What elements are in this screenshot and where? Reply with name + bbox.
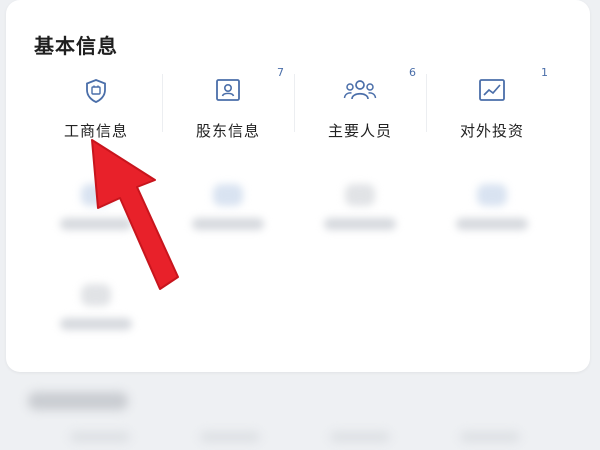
blurred-label xyxy=(460,432,520,442)
tile-key-personnel[interactable]: 6 主要人员 xyxy=(294,62,426,144)
id-card-icon xyxy=(215,78,241,106)
blurred-label xyxy=(192,218,264,230)
blurred-label xyxy=(324,218,396,230)
blurred-section-title xyxy=(28,392,128,410)
blurred-tile xyxy=(426,176,558,246)
count-badge: 1 xyxy=(541,66,548,79)
pointer-arrow-icon xyxy=(91,139,179,290)
tile-label: 对外投资 xyxy=(459,122,524,140)
count-badge: 7 xyxy=(277,66,284,79)
tile-outbound-investment[interactable]: 1 对外投资 xyxy=(426,62,558,144)
blurred-label xyxy=(456,218,528,230)
tile-label: 主要人员 xyxy=(327,122,392,140)
blurred-icon xyxy=(213,184,243,206)
trend-chart-icon xyxy=(478,78,506,106)
blurred-tile xyxy=(294,176,426,246)
section-title: 基本信息 xyxy=(34,34,118,58)
blurred-label xyxy=(330,432,390,442)
blurred-label xyxy=(200,432,260,442)
blurred-label xyxy=(60,318,132,330)
count-badge: 6 xyxy=(409,66,416,79)
people-icon xyxy=(343,78,377,106)
shield-icon xyxy=(84,78,108,108)
blurred-icon xyxy=(345,184,375,206)
blurred-label xyxy=(70,432,130,442)
blurred-icon xyxy=(477,184,507,206)
